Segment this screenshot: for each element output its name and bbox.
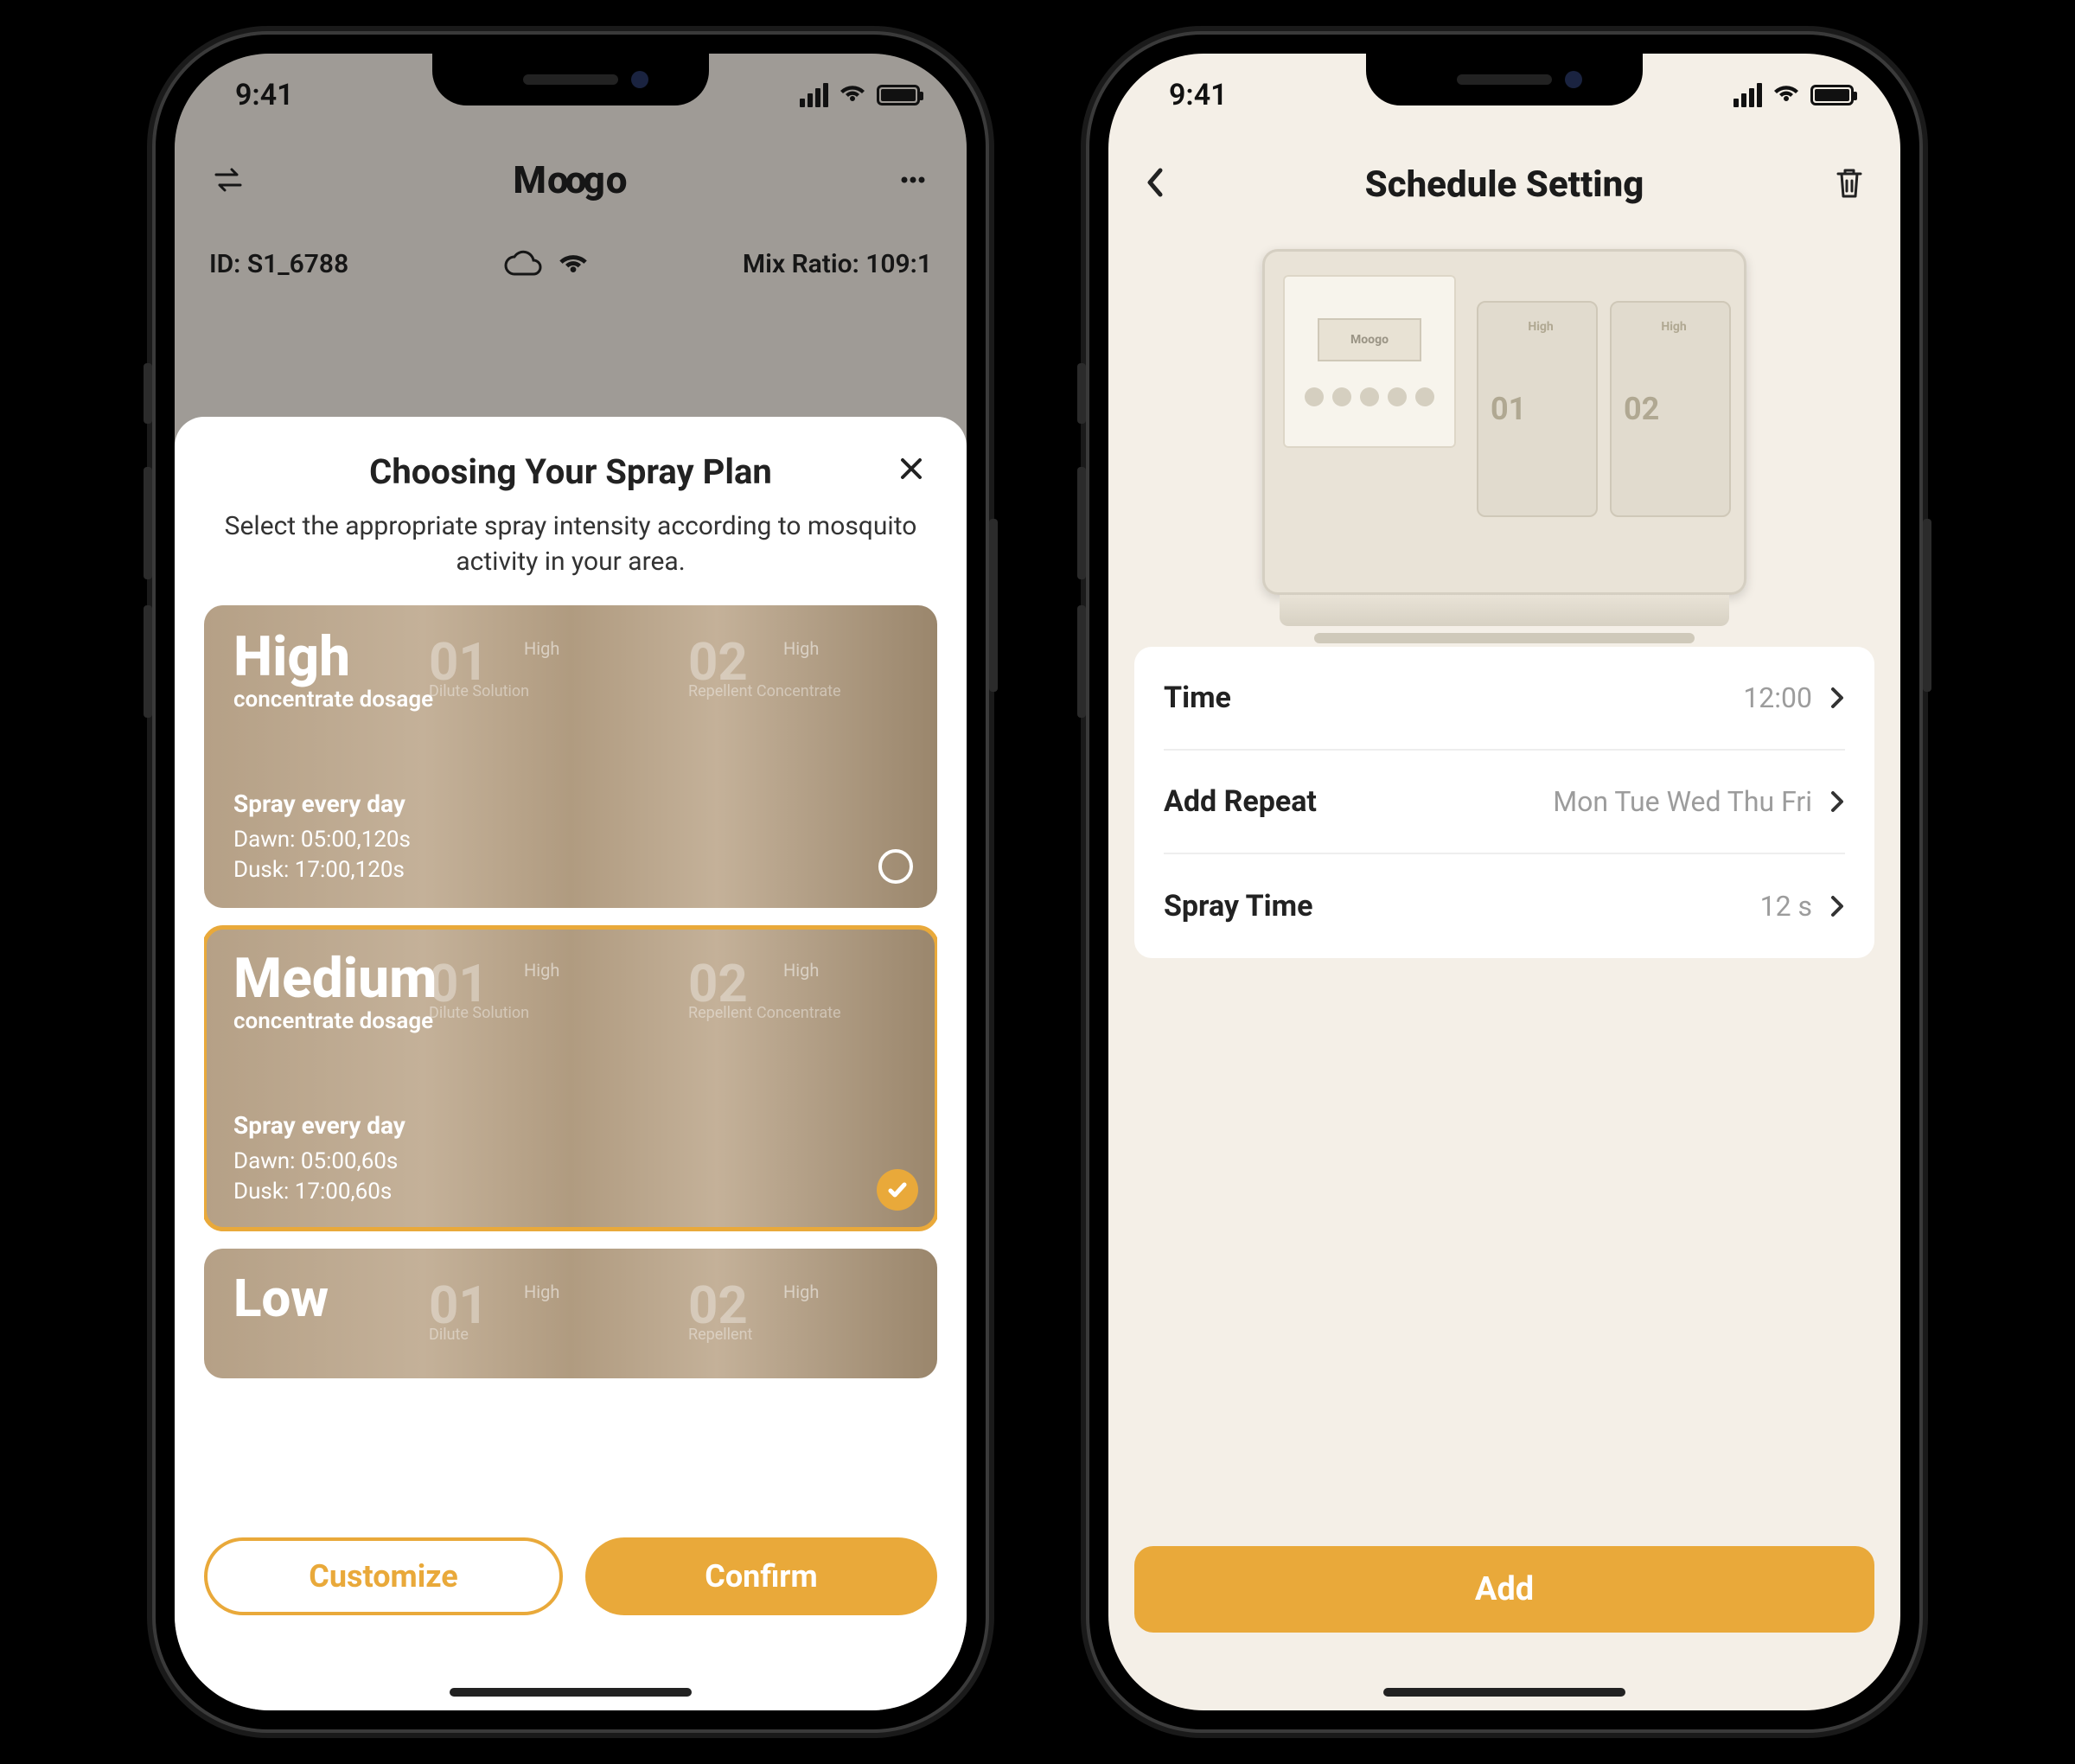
chevron-right-icon [1828,892,1845,920]
phone-side-button [144,363,152,424]
phone-side-button [144,605,152,718]
confirm-button[interactable]: Confirm [585,1537,937,1615]
plan-option-low[interactable]: 01 02 High High Dilute Repellent Low [204,1249,937,1378]
page-title: Schedule Setting [1365,163,1644,206]
settings-card: Time 12:00 Add Repeat Mon Tue Wed Thu Fr… [1134,647,1874,958]
setting-row-repeat[interactable]: Add Repeat Mon Tue Wed Thu Fri [1164,751,1845,854]
setting-value: Mon Tue Wed Thu Fri [1553,785,1812,818]
phone-right: 9:41 Schedule Setting Moogo [1089,35,1919,1729]
setting-value: 12:00 [1743,681,1812,714]
back-icon[interactable] [1143,163,1169,205]
setting-row-time[interactable]: Time 12:00 [1164,647,1845,751]
setting-label: Time [1164,681,1231,715]
add-button[interactable]: Add [1134,1546,1874,1633]
plan-frequency: Spray every day [233,789,908,818]
plan-option-high[interactable]: 01 02 High High Dilute Solution Repellen… [204,605,937,908]
home-indicator[interactable] [450,1688,692,1697]
plan-dawn: Dawn: 05:00,120s [233,825,908,855]
battery-icon [877,85,920,105]
close-icon[interactable] [894,451,929,489]
home-indicator[interactable] [1383,1688,1625,1697]
sheet-subtitle: Select the appropriate spray intensity a… [204,509,937,579]
phone-notch [432,54,709,105]
sheet-title: Choosing Your Spray Plan [369,451,772,492]
setting-row-spray-time[interactable]: Spray Time 12 s [1164,854,1845,958]
status-time: 9:41 [235,78,294,112]
device-illustration: Moogo 01High 02High [1262,249,1746,595]
phone-left: 9:41 Moogo ID: S1_6788 [156,35,986,1729]
phone-side-button [1077,467,1086,579]
plan-dawn: Dawn: 05:00,60s [233,1147,908,1177]
cellular-icon [1733,83,1762,107]
battery-icon [1810,85,1854,105]
plan-dusk: Dusk: 17:00,60s [233,1177,908,1207]
cellular-icon [800,83,828,107]
phone-side-button [1923,519,1931,692]
trash-icon[interactable] [1833,165,1866,203]
radio-unchecked-icon[interactable] [878,849,913,884]
chevron-right-icon [1828,684,1845,712]
wifi-icon [1772,78,1800,112]
chevron-right-icon [1828,788,1845,815]
phone-side-button [144,467,152,579]
wifi-icon [839,78,866,112]
phone-notch [1366,54,1643,105]
device-screen-logo: Moogo [1318,318,1421,361]
check-circle-icon[interactable] [877,1169,918,1211]
setting-label: Add Repeat [1164,784,1317,819]
status-time: 9:41 [1169,78,1228,112]
phone-side-button [1077,363,1086,424]
plan-option-medium[interactable]: 01 02 High High Dilute Solution Repellen… [204,927,937,1230]
setting-label: Spray Time [1164,889,1312,924]
spray-plan-sheet: Choosing Your Spray Plan Select the appr… [175,417,967,1710]
plan-dusk: Dusk: 17:00,120s [233,855,908,885]
phone-side-button [989,519,998,692]
plan-frequency: Spray every day [233,1111,908,1140]
customize-button[interactable]: Customize [204,1537,563,1615]
setting-value: 12 s [1760,890,1812,923]
phone-side-button [1077,605,1086,718]
